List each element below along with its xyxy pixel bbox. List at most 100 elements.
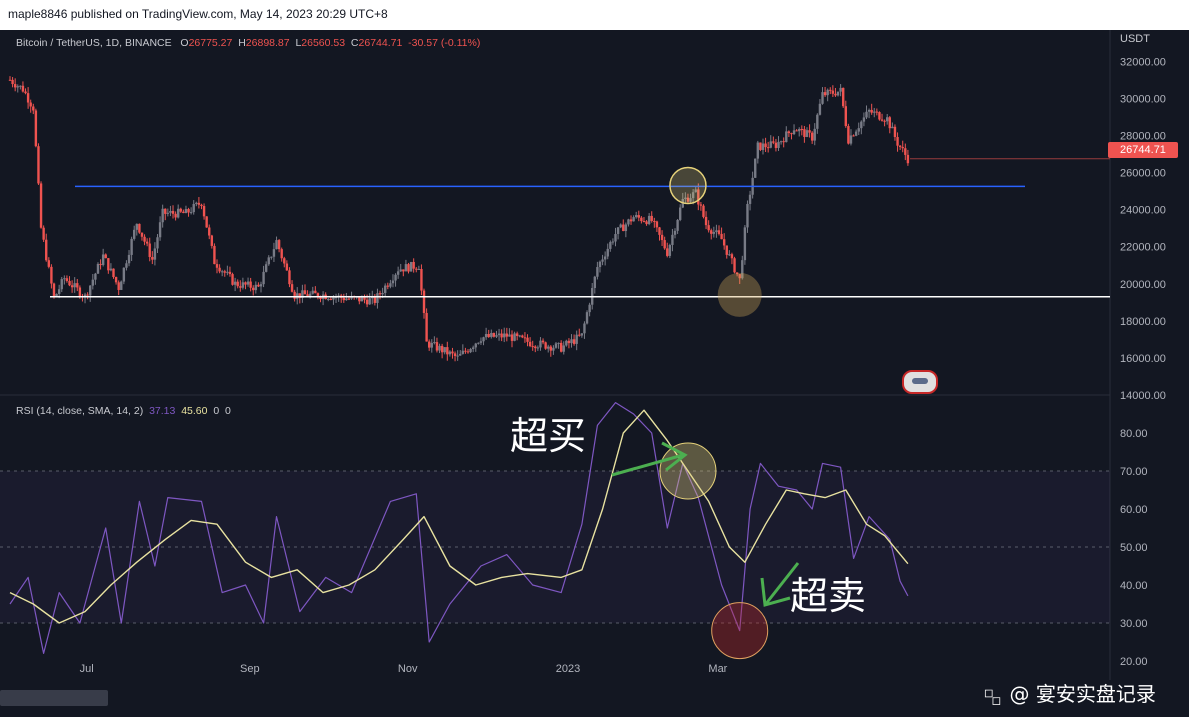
candle-body [47, 260, 51, 267]
candle-body [109, 268, 113, 271]
candle-body [252, 287, 255, 291]
candle-body [213, 245, 216, 265]
candle-body [805, 130, 809, 137]
rsi-name[interactable]: RSI (14, close, SMA, 14, 2) [16, 405, 143, 417]
oversold-circle [711, 602, 769, 660]
candle-body [34, 110, 38, 147]
candle-body [156, 237, 159, 249]
candle-body [277, 240, 281, 250]
candle-body [503, 333, 506, 338]
candle-body [490, 332, 493, 337]
candle-body [89, 285, 92, 296]
candle-body [557, 342, 560, 344]
candle-body [839, 87, 842, 92]
open-value: 26775.27 [188, 37, 233, 49]
candle-body [609, 242, 612, 249]
candle-body [583, 323, 586, 334]
candle-body [420, 268, 423, 291]
candle-body [303, 290, 307, 295]
candle-body [743, 227, 747, 261]
candle-body [231, 274, 234, 285]
rsi-tick-label: 60.00 [1120, 504, 1148, 516]
candle-body [197, 202, 201, 205]
candle-body [834, 93, 837, 96]
candle-body [166, 212, 170, 214]
bottom-scrollbar[interactable] [0, 690, 108, 706]
candle-body [826, 89, 829, 96]
candle-body [528, 341, 532, 347]
candle-body [451, 351, 454, 354]
candle-body [342, 297, 346, 301]
candle-body [433, 342, 436, 344]
low-value: 26560.53 [301, 37, 346, 49]
price-tick-label: 32000.00 [1120, 56, 1166, 68]
candle-body [443, 347, 446, 353]
candle-body [730, 254, 734, 259]
candle-body [640, 217, 643, 222]
candle-body [378, 293, 382, 295]
candle-body [769, 141, 772, 148]
candle-body [257, 284, 260, 287]
resistance-touch-circle [669, 166, 707, 205]
candle-body [873, 111, 876, 113]
candle-body [854, 131, 858, 136]
candle-body [91, 279, 95, 286]
candle-body [244, 282, 247, 285]
candle-body [143, 236, 146, 242]
candle-body [365, 299, 369, 305]
candle-body [275, 240, 278, 250]
candle-body [518, 335, 521, 337]
tradingview-badge-icon[interactable] [902, 370, 938, 394]
close-value: 26744.71 [358, 37, 403, 49]
candle-body [158, 222, 162, 238]
candle-body [76, 283, 79, 288]
price-tick-label: 26000.00 [1120, 168, 1166, 180]
candle-body [844, 106, 847, 127]
candle-body [505, 333, 509, 337]
rsi-zero-2: 0 [225, 405, 231, 417]
candle-body [427, 341, 431, 348]
candle-body [906, 154, 910, 164]
candle-body [239, 286, 242, 288]
candle-body [130, 238, 133, 255]
candle-body [624, 224, 628, 232]
candle-body [228, 271, 232, 275]
candle-body [808, 130, 811, 133]
rsi-value: 37.13 [149, 405, 176, 417]
candle-body [497, 333, 501, 336]
candle-body [438, 345, 441, 351]
candle-body [101, 254, 105, 265]
chart-canvas[interactable]: 14000.00 16000.00 18000.00 20000.00 22000.00… [0, 30, 1189, 717]
candle-body [45, 239, 48, 261]
candle-body [246, 281, 250, 285]
oversold-annotation: 超卖 [790, 574, 867, 618]
candle-body [658, 227, 661, 235]
candle-body [65, 278, 69, 281]
candle-body [122, 267, 126, 282]
candle-body [293, 291, 296, 299]
candle-body [635, 215, 638, 218]
candle-body [810, 132, 814, 141]
candle-body [37, 146, 40, 184]
candle-body [99, 263, 102, 265]
candle-body [842, 87, 845, 107]
price-tick-label: 22000.00 [1120, 242, 1166, 254]
candle-body [552, 347, 555, 351]
candle-body [616, 227, 620, 234]
symbol-label[interactable]: Bitcoin / TetherUS, 1D, BINANCE [16, 37, 172, 49]
candle-body [614, 233, 617, 242]
candle-body [283, 258, 286, 264]
candle-body [870, 109, 873, 113]
candle-body [722, 239, 726, 246]
candle-body [249, 281, 252, 288]
candle-body [394, 274, 397, 281]
candle-body [860, 121, 863, 129]
candle-body [73, 283, 76, 288]
candle-body [96, 263, 100, 274]
support-touch-circle [717, 272, 762, 317]
candle-body [200, 204, 203, 207]
overbought-circle [659, 442, 717, 500]
candle-body [603, 256, 607, 260]
x-tick-label: Sep [240, 663, 260, 675]
candle-body [174, 213, 177, 218]
